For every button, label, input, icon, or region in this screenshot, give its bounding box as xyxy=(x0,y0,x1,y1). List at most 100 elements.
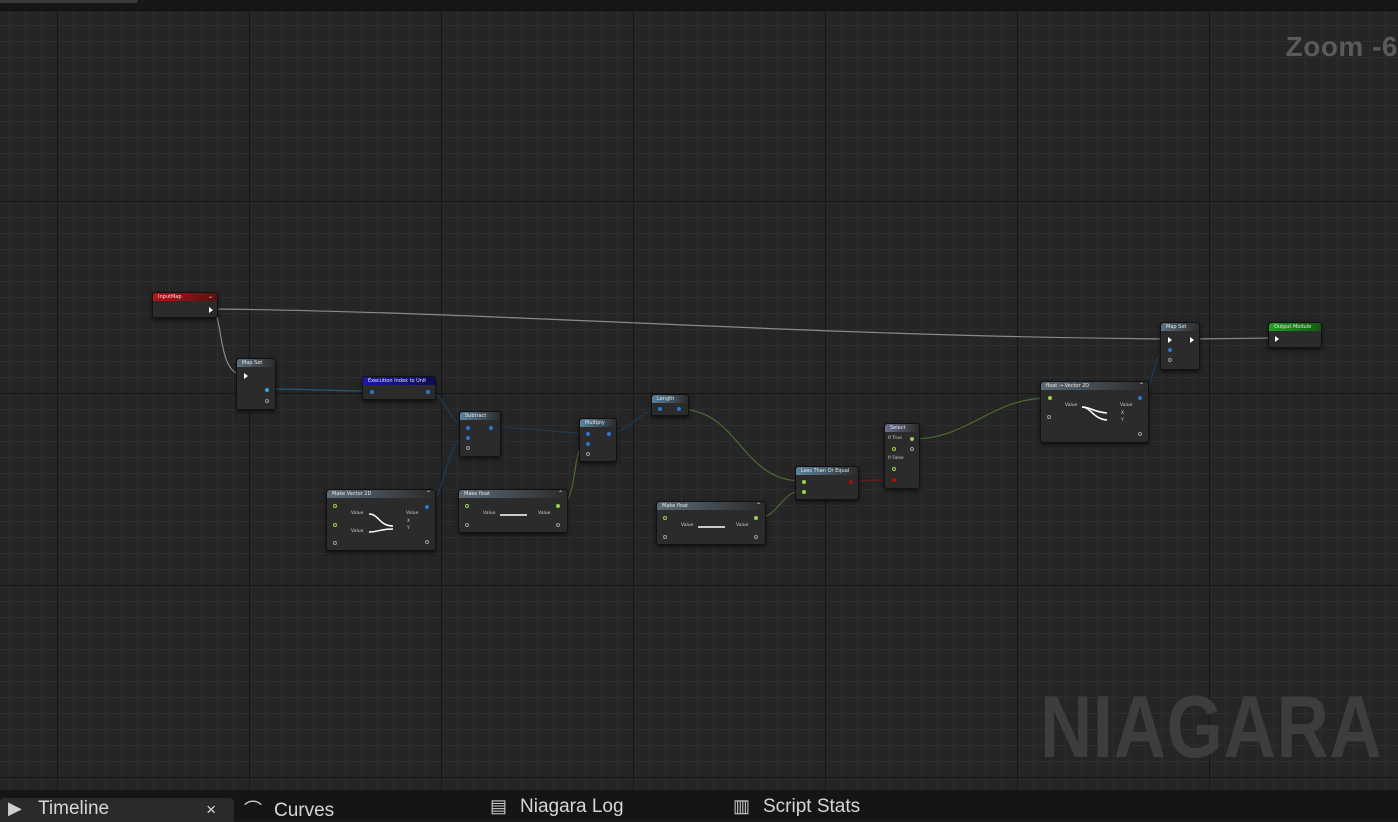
exec-in-pin[interactable] xyxy=(1168,337,1172,343)
node-map-set[interactable]: Map Set xyxy=(1160,322,1200,370)
close-icon[interactable]: × xyxy=(206,800,216,820)
pin-label: If False xyxy=(888,456,904,461)
add-pin[interactable] xyxy=(265,399,269,403)
chevron-up-icon[interactable]: ⌃ xyxy=(558,490,563,498)
chevron-down-icon[interactable]: ⌄ xyxy=(208,293,213,301)
pin-label: X xyxy=(407,519,411,524)
node-graph-canvas[interactable]: Zoom -6 NIAGARA xyxy=(0,11,1398,790)
data-in-pin[interactable] xyxy=(370,390,374,394)
pin-label: Value xyxy=(351,511,364,516)
node-header: Map Set xyxy=(237,359,275,367)
node-execution-index-to-unit[interactable]: Execution Index to Unit xyxy=(362,376,436,400)
top-tab-stub[interactable] xyxy=(0,0,138,3)
add-pin[interactable] xyxy=(1138,432,1142,436)
tab-script-stats[interactable]: ▥ Script Stats xyxy=(733,796,860,820)
node-length[interactable]: Length xyxy=(651,394,689,416)
add-pin[interactable] xyxy=(754,535,758,539)
pin-label: Value xyxy=(681,523,694,528)
node-header: InputMap ⌄ xyxy=(153,293,217,301)
node-multiply[interactable]: Multiply xyxy=(579,418,617,462)
node-title: Output Module xyxy=(1274,324,1312,330)
node-title: Execution Index to Unit xyxy=(368,378,427,384)
data-out-pin[interactable] xyxy=(489,426,493,430)
exec-out-pin[interactable] xyxy=(1190,337,1194,343)
tab-timeline[interactable]: ▶ Timeline × xyxy=(0,798,234,822)
tab-label: Script Stats xyxy=(763,796,861,817)
exec-out-pin[interactable] xyxy=(209,307,213,313)
node-output-module[interactable]: Output Module xyxy=(1268,322,1322,348)
exec-in-pin[interactable] xyxy=(1275,336,1279,342)
chevron-up-icon[interactable]: ⌃ xyxy=(426,490,431,498)
top-tab-strip xyxy=(0,0,1398,11)
pin-label: Value xyxy=(538,511,551,516)
data-out-pin[interactable] xyxy=(426,390,430,394)
data-out-pin[interactable] xyxy=(1138,396,1142,400)
node-make-vector-2d[interactable]: Make Vector 2D ⌃ Value Value Value X Y xyxy=(326,489,436,551)
node-header: Select xyxy=(885,424,919,432)
node-input-map[interactable]: InputMap ⌄ xyxy=(152,292,218,318)
add-pin[interactable] xyxy=(663,535,667,539)
pin-label: Value xyxy=(1065,403,1078,408)
curve-icon xyxy=(698,526,725,528)
node-float-to-vector-2d[interactable]: float → Vector 2D ⌃ Value Value X Y xyxy=(1040,381,1149,443)
node-header: Output Module xyxy=(1269,323,1321,331)
data-in-pin[interactable] xyxy=(466,436,470,440)
data-in-pin[interactable] xyxy=(586,432,590,436)
data-out-pin[interactable] xyxy=(677,407,681,411)
curves-icon: ⌒ xyxy=(244,800,262,820)
add-pin[interactable] xyxy=(1047,415,1051,419)
data-in-pin[interactable] xyxy=(802,490,806,494)
add-pin[interactable] xyxy=(556,523,560,527)
data-out-pin[interactable] xyxy=(556,504,560,508)
node-subtract[interactable]: Subtract xyxy=(459,411,501,457)
data-in-pin[interactable] xyxy=(658,407,662,411)
exec-in-pin[interactable] xyxy=(663,516,667,520)
node-make-float[interactable]: Make float ⌃ Value Value xyxy=(656,501,766,545)
add-pin[interactable] xyxy=(333,541,337,545)
data-in-pin[interactable] xyxy=(802,480,806,484)
curve-icon xyxy=(1081,406,1108,421)
data-in-pin[interactable] xyxy=(333,523,337,527)
data-in-pin[interactable] xyxy=(1168,348,1172,352)
node-title: Select xyxy=(890,425,906,431)
data-out-pin[interactable] xyxy=(607,432,611,436)
tab-label: Curves xyxy=(274,800,335,821)
data-in-pin[interactable] xyxy=(466,426,470,430)
exec-in-pin[interactable] xyxy=(244,373,248,379)
node-title: Map Set xyxy=(242,360,263,366)
data-out-pin[interactable] xyxy=(754,516,758,520)
pin-label: X xyxy=(1121,411,1125,416)
node-title: Make float xyxy=(662,503,688,509)
data-out-pin[interactable] xyxy=(265,388,269,392)
add-pin[interactable] xyxy=(465,523,469,527)
node-header: Length xyxy=(652,395,688,403)
zoom-level-label: Zoom -6 xyxy=(1285,31,1398,62)
pin-label: Value xyxy=(351,529,364,534)
add-pin[interactable] xyxy=(466,446,470,450)
add-pin[interactable] xyxy=(1168,358,1172,362)
add-pin[interactable] xyxy=(910,447,914,451)
data-out-pin[interactable] xyxy=(849,480,853,484)
data-in-pin[interactable] xyxy=(1048,396,1052,400)
exec-in-pin[interactable] xyxy=(333,504,337,508)
chevron-up-icon[interactable]: ⌃ xyxy=(756,502,761,510)
tab-niagara-log[interactable]: ▤ Niagara Log xyxy=(490,796,624,820)
data-out-pin[interactable] xyxy=(425,505,429,509)
chevron-up-icon[interactable]: ⌃ xyxy=(1139,382,1144,390)
add-pin[interactable] xyxy=(425,540,429,544)
exec-in-pin[interactable] xyxy=(465,504,469,508)
bottom-tab-bar: ▶ Timeline × ⌒ Curves ▤ Niagara Log ▥ Script… xyxy=(0,790,1398,822)
node-make-float[interactable]: Make float ⌃ Value Value xyxy=(458,489,568,533)
exec-in-pin[interactable] xyxy=(892,447,896,451)
condition-pin[interactable] xyxy=(892,478,896,482)
tab-curves[interactable]: ⌒ Curves xyxy=(244,796,335,821)
data-out-pin[interactable] xyxy=(910,437,914,441)
node-less-than-or-equal[interactable]: Less Than Or Equal xyxy=(795,466,859,500)
exec-in-pin[interactable] xyxy=(892,467,896,471)
node-header: Multiply xyxy=(580,419,616,427)
data-in-pin[interactable] xyxy=(586,442,590,446)
node-map-set[interactable]: Map Set xyxy=(236,358,276,410)
add-pin[interactable] xyxy=(586,452,590,456)
node-header: float → Vector 2D ⌃ xyxy=(1041,382,1148,390)
node-select[interactable]: Select If True If False xyxy=(884,423,920,489)
